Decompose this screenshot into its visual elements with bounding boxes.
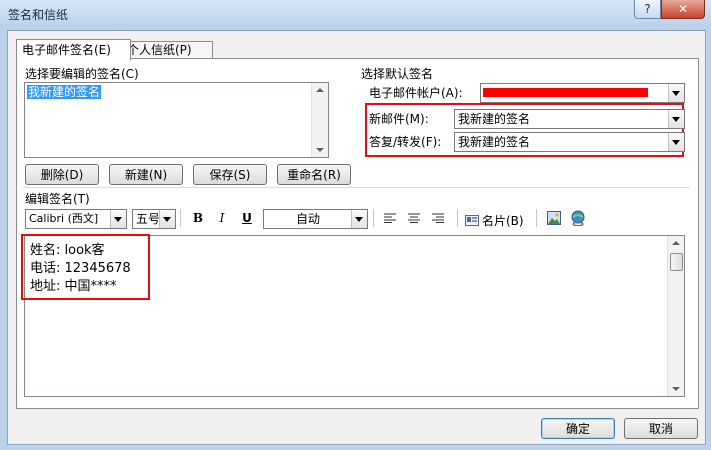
- chevron-down-icon[interactable]: [668, 133, 684, 151]
- scroll-thumb[interactable]: [670, 253, 683, 271]
- signatures-dialog: 签名和信纸 ? ✕ 电子邮件签名(E) 个人信纸(P) 选择要编辑的签名(C) …: [0, 0, 711, 450]
- align-center-icon[interactable]: [405, 209, 423, 227]
- font-color-select[interactable]: 自动: [263, 209, 368, 229]
- separator: [457, 209, 459, 227]
- window-title: 签名和信纸: [8, 8, 69, 22]
- font-size-value: 五号: [136, 212, 161, 226]
- select-signature-label: 选择要编辑的签名(C): [25, 67, 139, 81]
- signature-line-name: 姓名: look客: [30, 243, 105, 258]
- separator: [180, 209, 182, 227]
- chevron-down-icon[interactable]: [668, 110, 684, 128]
- list-scrollbar[interactable]: [311, 83, 328, 157]
- delete-button[interactable]: 删除(D): [25, 164, 99, 185]
- replies-value: 我新建的签名: [458, 135, 531, 149]
- title-bar[interactable]: 签名和信纸 ? ✕: [0, 0, 711, 26]
- separator: [536, 209, 538, 227]
- divider: [23, 187, 690, 188]
- edit-signature-label: 编辑签名(T): [25, 192, 90, 206]
- font-name-value: Calibri (西文]: [29, 212, 99, 225]
- signature-line-address: 地址: 中国****: [30, 279, 117, 294]
- chevron-down-icon[interactable]: [159, 210, 175, 228]
- font-name-select[interactable]: Calibri (西文]: [25, 209, 127, 229]
- align-left-icon[interactable]: [381, 209, 399, 227]
- new-button[interactable]: 新建(N): [109, 164, 183, 185]
- chevron-down-icon[interactable]: [668, 84, 684, 102]
- close-icon: ✕: [677, 2, 689, 16]
- caption-buttons: ? ✕: [634, 0, 705, 20]
- ok-button[interactable]: 确定: [541, 418, 615, 439]
- dialog-body: 电子邮件签名(E) 个人信纸(P) 选择要编辑的签名(C) 我新建的签名 删除(…: [7, 30, 706, 445]
- new-messages-select[interactable]: 我新建的签名: [454, 109, 685, 129]
- signature-editor[interactable]: 姓名: look客 电话: 12345678 地址: 中国****: [21, 234, 685, 397]
- business-card-icon: [465, 214, 479, 226]
- replies-select[interactable]: 我新建的签名: [454, 132, 685, 152]
- italic-icon[interactable]: I: [213, 209, 231, 227]
- chevron-down-icon[interactable]: [110, 210, 126, 228]
- underline-icon[interactable]: U: [238, 209, 256, 227]
- scroll-down-icon[interactable]: [672, 387, 680, 391]
- font-size-select[interactable]: 五号: [132, 209, 176, 229]
- email-signature-page: 选择要编辑的签名(C) 我新建的签名 删除(D) 新建(N) 保存(S) 重命名…: [16, 58, 699, 409]
- hyperlink-icon[interactable]: [569, 209, 587, 227]
- signature-line-phone: 电话: 12345678: [30, 261, 131, 276]
- tab-personal-stationery[interactable]: 个人信纸(P): [121, 41, 213, 59]
- account-label: 电子邮件帐户(A):: [369, 86, 463, 100]
- align-right-icon[interactable]: [429, 209, 447, 227]
- tab-label: 电子邮件签名(E): [22, 43, 111, 57]
- new-messages-label: 新邮件(M):: [369, 112, 429, 126]
- bold-icon[interactable]: B: [189, 209, 207, 227]
- tab-email-signature[interactable]: 电子邮件签名(E): [16, 39, 131, 60]
- help-icon: ?: [644, 2, 651, 16]
- rename-button[interactable]: 重命名(R): [277, 164, 351, 185]
- scroll-down-icon[interactable]: [316, 148, 324, 152]
- editor-scrollbar[interactable]: [667, 236, 684, 396]
- close-button[interactable]: ✕: [661, 0, 705, 19]
- tab-label: 个人信纸(P): [127, 43, 192, 57]
- chevron-down-icon[interactable]: [351, 210, 367, 228]
- default-signature-label: 选择默认签名: [361, 67, 434, 81]
- replies-label: 答复/转发(F):: [369, 135, 442, 149]
- account-select[interactable]: [480, 83, 685, 103]
- font-color-value: 自动: [296, 212, 321, 226]
- insert-picture-icon[interactable]: [545, 209, 563, 227]
- help-button[interactable]: ?: [634, 0, 661, 19]
- scroll-up-icon[interactable]: [672, 241, 680, 245]
- scroll-up-icon[interactable]: [316, 88, 324, 92]
- business-card-button[interactable]: 名片(B): [465, 211, 524, 229]
- list-item[interactable]: 我新建的签名: [27, 85, 102, 99]
- new-messages-value: 我新建的签名: [458, 112, 531, 126]
- cancel-button[interactable]: 取消: [624, 418, 698, 439]
- business-card-label: 名片(B): [482, 213, 524, 228]
- separator: [373, 209, 375, 227]
- redaction-mark: [483, 88, 648, 97]
- save-button[interactable]: 保存(S): [193, 164, 267, 185]
- signature-list[interactable]: 我新建的签名: [24, 82, 329, 158]
